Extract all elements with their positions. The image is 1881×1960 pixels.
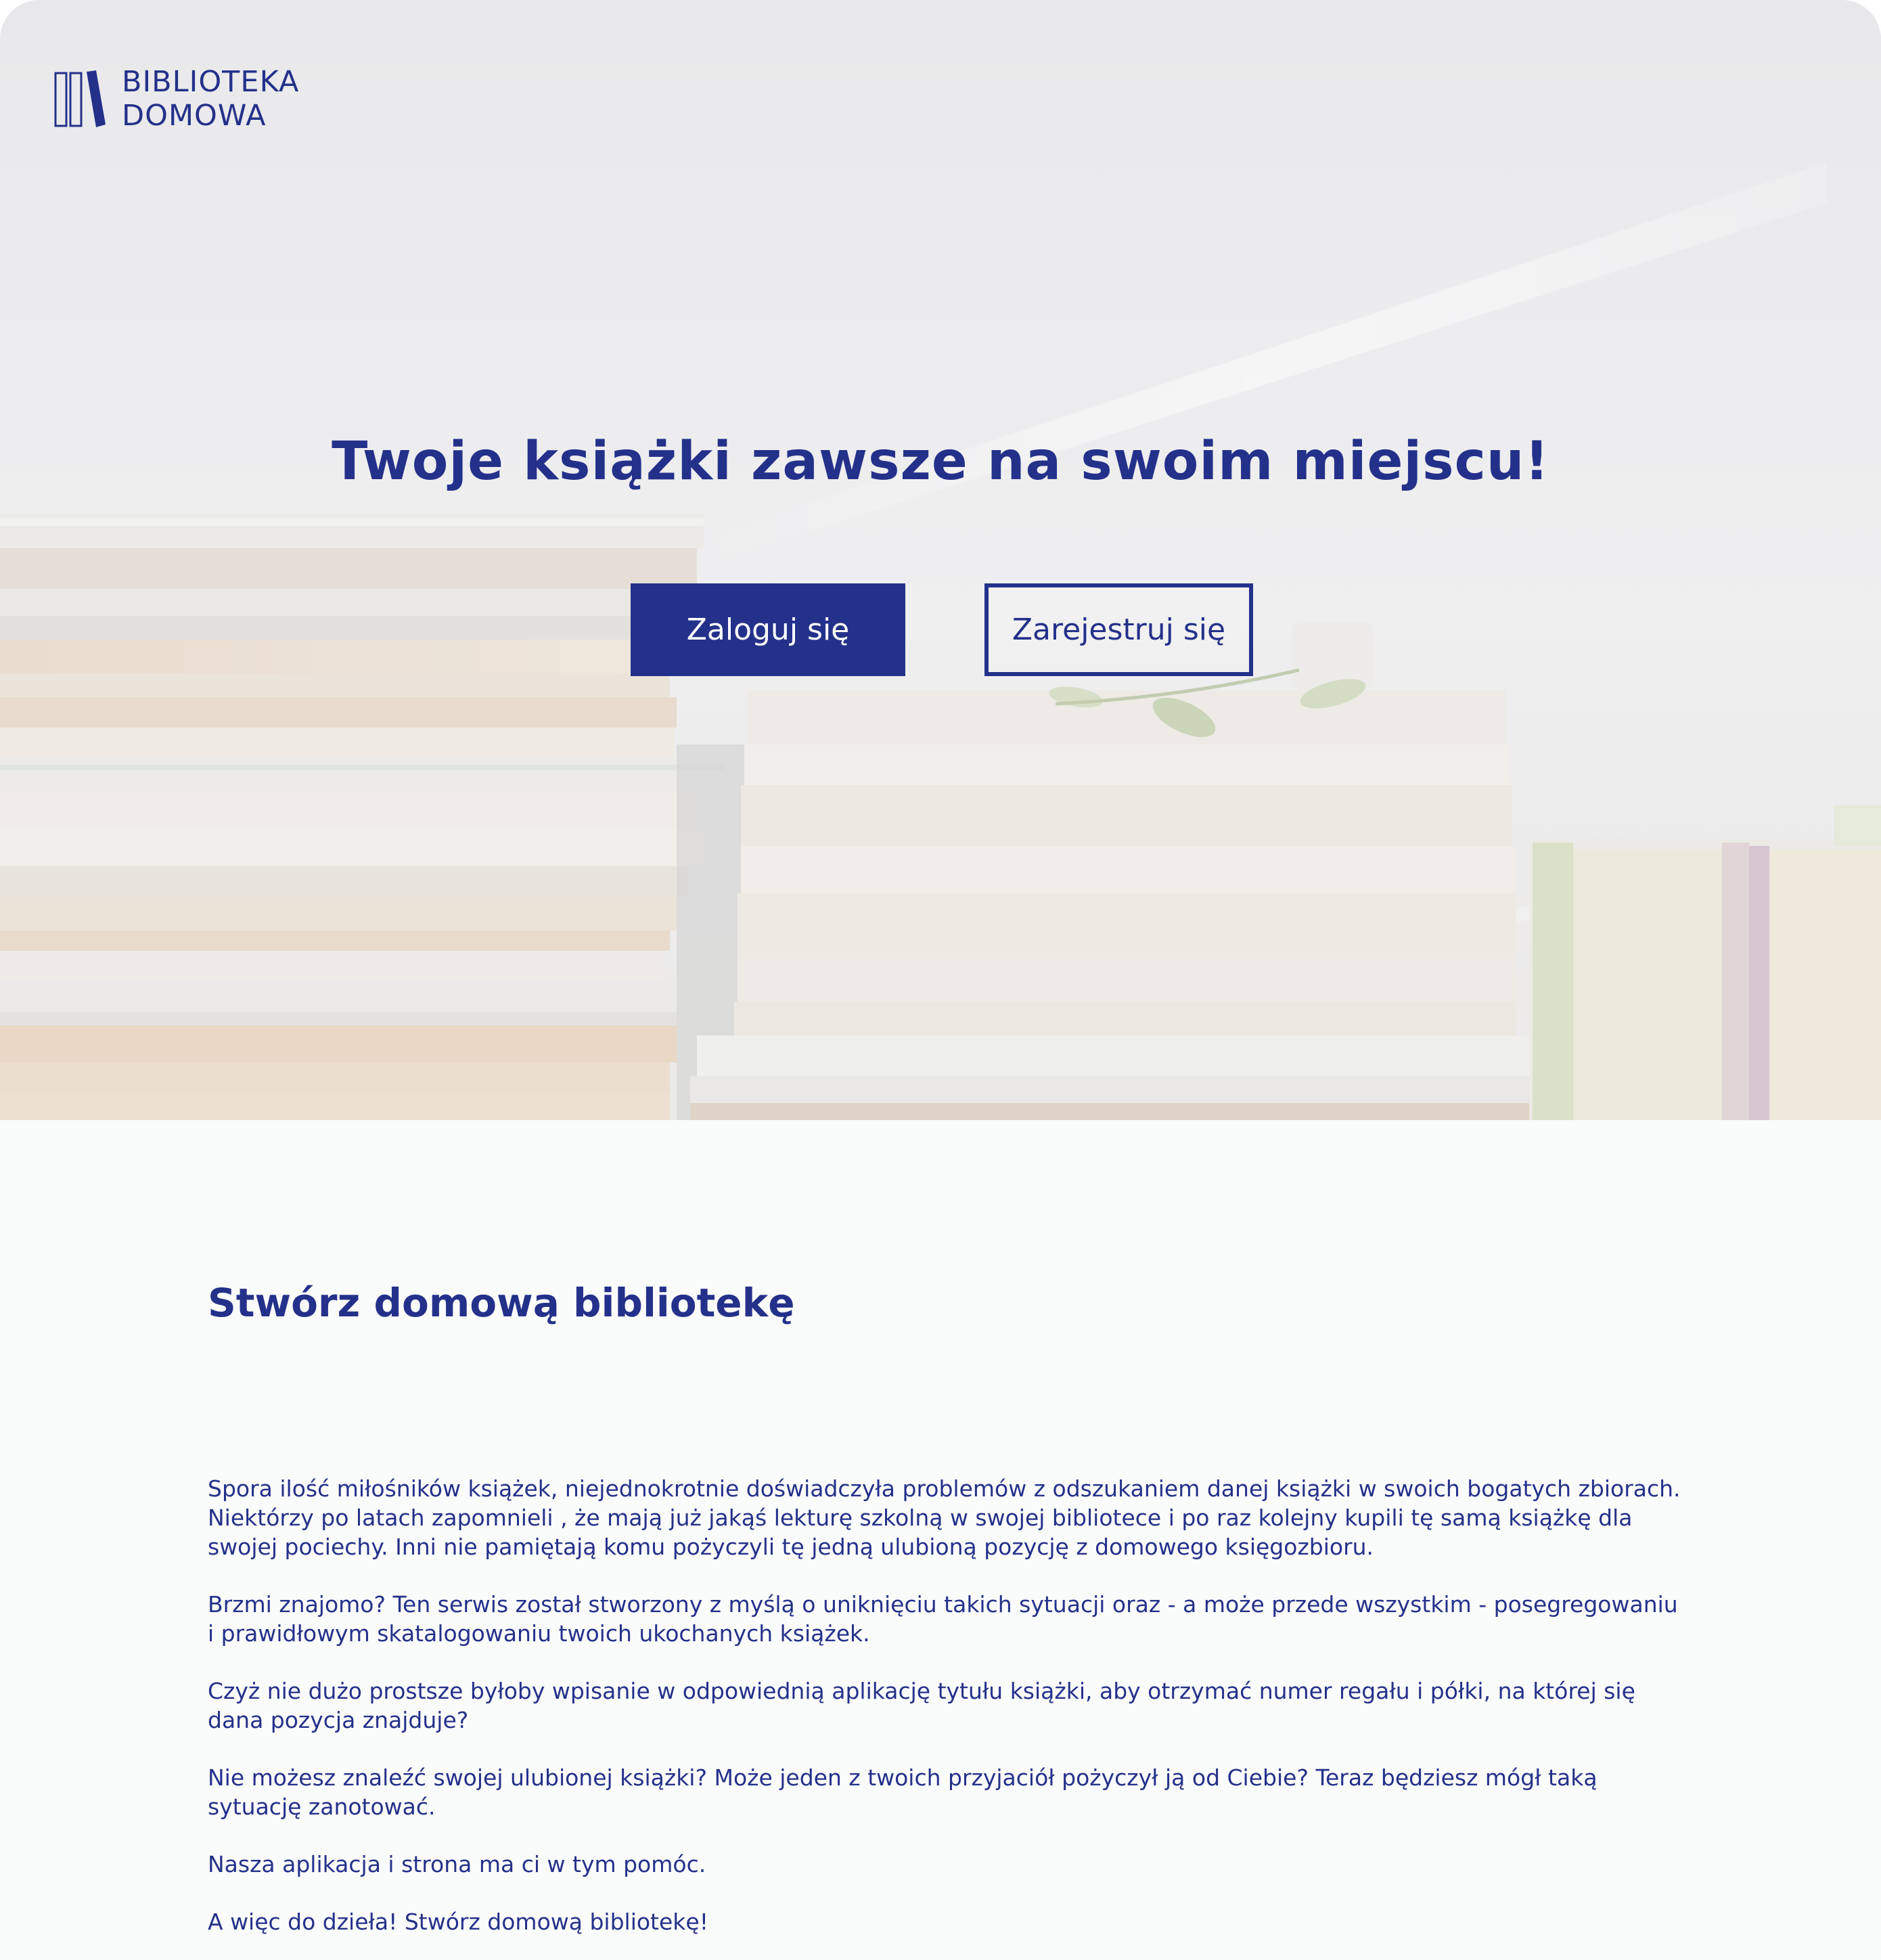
landing-page: BIBLIOTEKA DOMOWA Twoje książki zawsze n… <box>0 0 1881 1960</box>
login-button[interactable]: Zaloguj się <box>631 583 905 676</box>
about-paragraph: Czyż nie dużo prostsze byłoby wpisanie w… <box>208 1678 1635 1733</box>
books-stack-image <box>0 0 1881 1120</box>
brand-line-1: BIBLIOTEKA <box>122 65 300 99</box>
about-paragraph: A więc do dzieła! Stwórz domową bibliote… <box>208 1909 708 1935</box>
about-paragraph: Spora ilość miłośników książek, niejedno… <box>208 1475 1681 1560</box>
brand-logo[interactable]: BIBLIOTEKA DOMOWA <box>54 65 299 133</box>
hero-section: BIBLIOTEKA DOMOWA Twoje książki zawsze n… <box>0 0 1881 1120</box>
brand-line-2: DOMOWA <box>122 99 267 133</box>
books-icon <box>54 70 106 127</box>
register-button[interactable]: Zarejestruj się <box>984 583 1253 676</box>
about-paragraph: Nie możesz znaleźć swojej ulubionej ksią… <box>208 1764 1597 1820</box>
about-text: Spora ilość miłośników książek, niejedno… <box>208 1474 1683 1936</box>
brand-name: BIBLIOTEKA DOMOWA <box>122 65 299 133</box>
section-title: Stwórz domową bibliotekę <box>208 1280 795 1326</box>
about-paragraph: Nasza aplikacja i strona ma ci w tym pom… <box>208 1851 706 1877</box>
about-section: Stwórz domową bibliotekę Spora ilość mił… <box>208 1272 1683 1960</box>
hero-title: Twoje książki zawsze na swoim miejscu! <box>332 431 1549 492</box>
about-paragraph: Brzmi znajomo? Ten serwis został stworzo… <box>208 1591 1678 1647</box>
